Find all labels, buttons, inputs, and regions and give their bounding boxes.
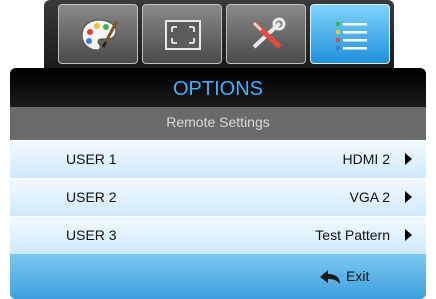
menu-subtitle: Remote Settings bbox=[10, 107, 426, 138]
menu-item-value: HDMI 2 bbox=[342, 151, 390, 167]
menu-item-user-2[interactable]: USER 2 VGA 2 bbox=[10, 178, 426, 216]
exit-label: Exit bbox=[346, 268, 370, 284]
menu-item-label: USER 3 bbox=[66, 227, 117, 243]
tools-icon bbox=[252, 17, 286, 49]
menu-item-value: VGA 2 bbox=[349, 189, 390, 205]
chevron-right-icon bbox=[405, 229, 412, 241]
menu-item-user-1[interactable]: USER 1 HDMI 2 bbox=[10, 140, 426, 178]
chevron-right-icon bbox=[405, 153, 412, 165]
tab-image[interactable] bbox=[58, 4, 138, 64]
screen-resize-icon bbox=[165, 20, 201, 50]
menu-item-user-3[interactable]: USER 3 Test Pattern bbox=[10, 216, 426, 254]
menu-title: OPTIONS bbox=[10, 68, 426, 107]
menu-footer: Exit bbox=[10, 254, 426, 299]
osd-menu: OPTIONS Remote Settings USER 1 HDMI 2 US… bbox=[0, 0, 436, 299]
tab-setup[interactable] bbox=[226, 4, 306, 64]
return-arrow-icon bbox=[320, 270, 340, 284]
exit-button[interactable]: Exit bbox=[318, 266, 388, 288]
menu-item-label: USER 2 bbox=[66, 189, 117, 205]
tab-display[interactable] bbox=[142, 4, 222, 64]
tab-options[interactable] bbox=[310, 4, 390, 64]
options-panel: OPTIONS Remote Settings USER 1 HDMI 2 US… bbox=[10, 68, 426, 299]
menu-item-label: USER 1 bbox=[66, 151, 117, 167]
tab-bar bbox=[44, 0, 394, 68]
menu-item-value: Test Pattern bbox=[315, 227, 390, 243]
options-list-icon bbox=[336, 22, 367, 50]
chevron-right-icon bbox=[405, 191, 412, 203]
palette-icon bbox=[81, 19, 119, 51]
